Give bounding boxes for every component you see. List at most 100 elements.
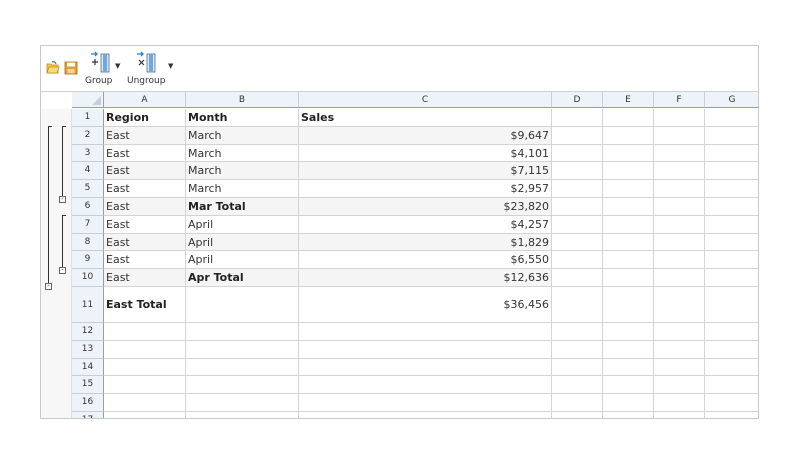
cell-empty[interactable] bbox=[705, 109, 758, 127]
cell-a17[interactable] bbox=[104, 412, 186, 418]
cell-a10[interactable]: East bbox=[104, 269, 186, 287]
cell-empty[interactable] bbox=[603, 198, 654, 216]
row-header[interactable]: 1 bbox=[72, 109, 104, 127]
row-header[interactable]: 3 bbox=[72, 144, 104, 163]
cell-b17[interactable] bbox=[186, 412, 299, 418]
row-header[interactable]: 9 bbox=[72, 251, 104, 270]
row-header[interactable]: 6 bbox=[72, 198, 104, 216]
cell-a14[interactable] bbox=[104, 358, 186, 377]
cell-a5[interactable]: East bbox=[104, 180, 186, 198]
cell-empty[interactable] bbox=[705, 341, 758, 359]
cell-empty[interactable] bbox=[705, 287, 758, 323]
collapse-east-button[interactable]: - bbox=[45, 283, 52, 290]
cell-b1[interactable]: Month bbox=[186, 109, 299, 127]
cell-empty[interactable] bbox=[705, 412, 758, 418]
cell-empty[interactable] bbox=[552, 180, 603, 198]
folder-open-icon[interactable] bbox=[46, 60, 60, 74]
cell-empty[interactable] bbox=[603, 358, 654, 377]
cell-empty[interactable] bbox=[705, 394, 758, 412]
cell-empty[interactable] bbox=[603, 233, 654, 252]
cell-c11[interactable]: $36,456 bbox=[299, 287, 552, 323]
row-header[interactable]: 7 bbox=[72, 215, 104, 234]
cell-empty[interactable] bbox=[705, 359, 758, 377]
cell-empty[interactable] bbox=[705, 198, 758, 216]
row-header[interactable]: 4 bbox=[72, 162, 104, 181]
cell-empty[interactable] bbox=[654, 323, 705, 341]
cell-empty[interactable] bbox=[705, 145, 758, 163]
cell-empty[interactable] bbox=[654, 376, 705, 395]
cell-empty[interactable] bbox=[654, 269, 705, 287]
cell-empty[interactable] bbox=[552, 340, 603, 359]
row-header[interactable]: 13 bbox=[72, 340, 104, 359]
cell-empty[interactable] bbox=[552, 215, 603, 234]
cell-empty[interactable] bbox=[654, 109, 705, 127]
cell-empty[interactable] bbox=[654, 126, 705, 145]
cell-c10[interactable]: $12,636 bbox=[299, 269, 552, 287]
cell-b9[interactable]: April bbox=[186, 251, 299, 270]
cell-empty[interactable] bbox=[654, 394, 705, 412]
cell-empty[interactable] bbox=[654, 412, 705, 418]
cell-c17[interactable] bbox=[299, 412, 552, 418]
column-header-g[interactable]: G bbox=[705, 92, 758, 108]
cell-empty[interactable] bbox=[552, 376, 603, 395]
ungroup-button[interactable]: ▼ Ungroup bbox=[127, 51, 177, 89]
cell-c2[interactable]: $9,647 bbox=[299, 126, 552, 145]
cell-c15[interactable] bbox=[299, 376, 552, 395]
cell-empty[interactable] bbox=[705, 323, 758, 341]
cell-empty[interactable] bbox=[603, 215, 654, 234]
cell-empty[interactable] bbox=[552, 233, 603, 252]
cell-empty[interactable] bbox=[603, 394, 654, 412]
cell-empty[interactable] bbox=[603, 287, 654, 323]
group-button[interactable]: ▼ Group bbox=[85, 51, 125, 89]
cell-empty[interactable] bbox=[552, 412, 603, 418]
cell-empty[interactable] bbox=[705, 251, 758, 270]
cell-empty[interactable] bbox=[552, 323, 603, 341]
row-header[interactable]: 16 bbox=[72, 394, 104, 412]
cell-empty[interactable] bbox=[552, 109, 603, 127]
cell-empty[interactable] bbox=[552, 287, 603, 323]
row-header[interactable]: 15 bbox=[72, 376, 104, 395]
cell-empty[interactable] bbox=[552, 251, 603, 270]
cell-empty[interactable] bbox=[603, 109, 654, 127]
column-header-d[interactable]: D bbox=[552, 92, 603, 108]
cell-c4[interactable]: $7,115 bbox=[299, 162, 552, 181]
row-header[interactable]: 10 bbox=[72, 269, 104, 287]
cell-b3[interactable]: March bbox=[186, 144, 299, 163]
cell-empty[interactable] bbox=[705, 234, 758, 252]
cell-c8[interactable]: $1,829 bbox=[299, 233, 552, 252]
cell-empty[interactable] bbox=[654, 340, 705, 359]
cell-c5[interactable]: $2,957 bbox=[299, 180, 552, 198]
cell-b13[interactable] bbox=[186, 340, 299, 359]
cell-a11[interactable]: East Total bbox=[104, 287, 186, 323]
cell-empty[interactable] bbox=[552, 269, 603, 287]
cell-b16[interactable] bbox=[186, 394, 299, 412]
cell-c16[interactable] bbox=[299, 394, 552, 412]
cell-empty[interactable] bbox=[705, 269, 758, 287]
cell-empty[interactable] bbox=[654, 358, 705, 377]
chevron-down-icon[interactable]: ▼ bbox=[168, 62, 173, 70]
cell-empty[interactable] bbox=[603, 162, 654, 181]
cell-b6[interactable]: Mar Total bbox=[186, 198, 299, 216]
cell-c1[interactable]: Sales bbox=[299, 109, 552, 127]
cell-empty[interactable] bbox=[705, 162, 758, 181]
cell-b14[interactable] bbox=[186, 358, 299, 377]
cell-empty[interactable] bbox=[552, 162, 603, 181]
cell-c9[interactable]: $6,550 bbox=[299, 251, 552, 270]
cell-empty[interactable] bbox=[603, 412, 654, 418]
cell-empty[interactable] bbox=[552, 198, 603, 216]
cell-b15[interactable] bbox=[186, 376, 299, 395]
cell-empty[interactable] bbox=[552, 394, 603, 412]
cell-b4[interactable]: March bbox=[186, 162, 299, 181]
cell-a2[interactable]: East bbox=[104, 126, 186, 145]
cell-empty[interactable] bbox=[603, 180, 654, 198]
cell-b5[interactable]: March bbox=[186, 180, 299, 198]
cell-empty[interactable] bbox=[654, 162, 705, 181]
cell-c7[interactable]: $4,257 bbox=[299, 215, 552, 234]
cell-a6[interactable]: East bbox=[104, 198, 186, 216]
column-header-a[interactable]: A bbox=[104, 92, 186, 108]
cell-empty[interactable] bbox=[705, 376, 758, 395]
cell-a12[interactable] bbox=[104, 323, 186, 341]
cell-a15[interactable] bbox=[104, 376, 186, 395]
cell-empty[interactable] bbox=[603, 340, 654, 359]
cell-c3[interactable]: $4,101 bbox=[299, 144, 552, 163]
